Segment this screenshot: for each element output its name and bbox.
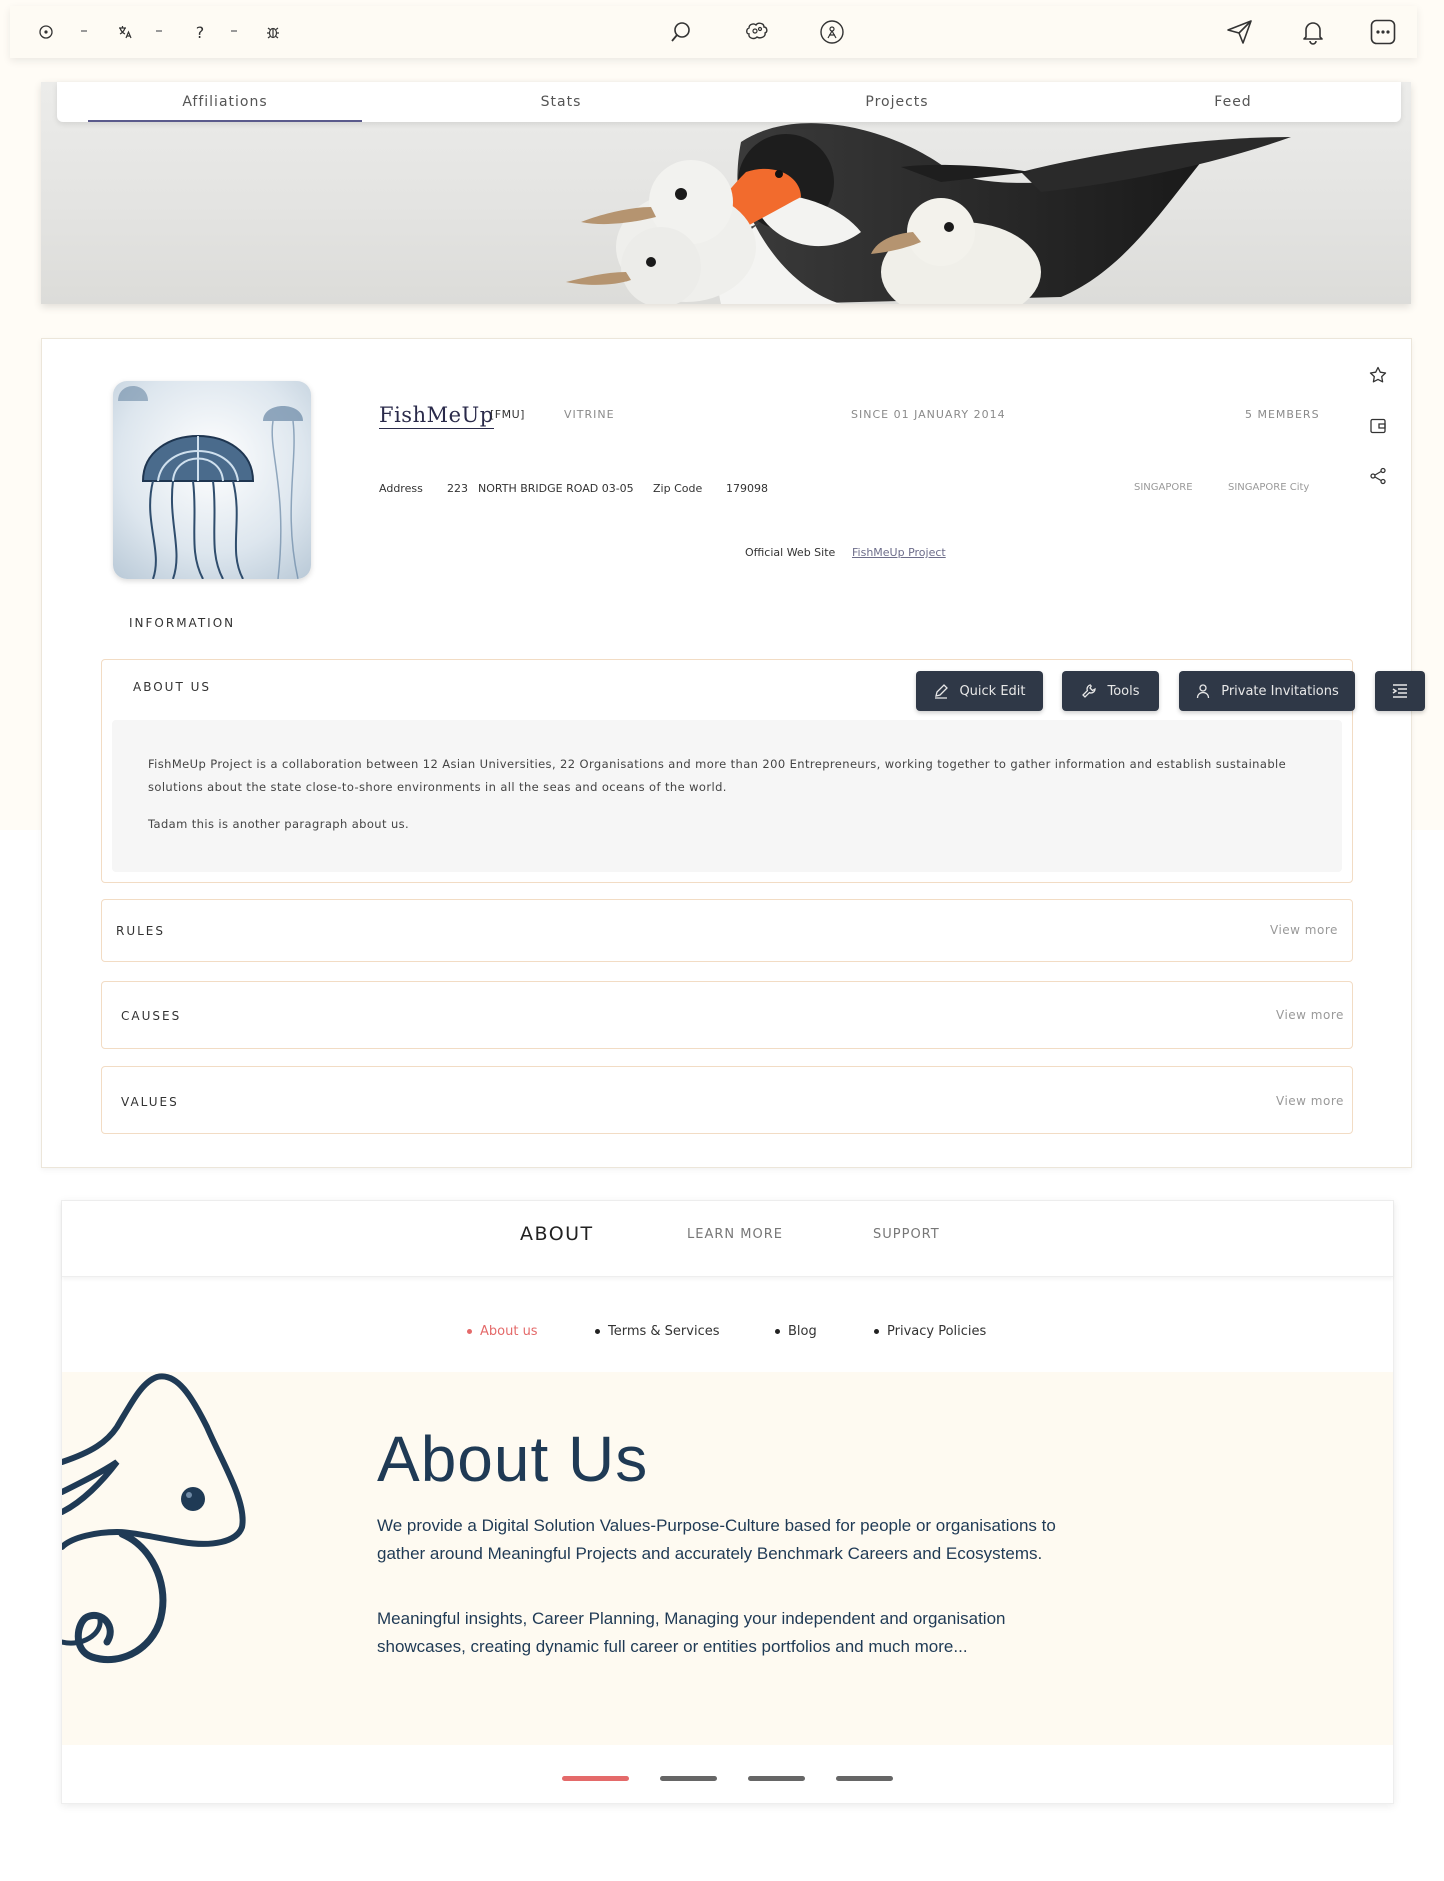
avatar[interactable]	[113, 381, 311, 579]
separator	[156, 30, 162, 32]
star-icon[interactable]	[1366, 363, 1390, 387]
carousel-dot-4[interactable]	[836, 1776, 893, 1781]
bullet	[874, 1329, 879, 1334]
tab-stats[interactable]: Stats	[393, 82, 729, 122]
values-view-more-link[interactable]: View more	[1276, 1094, 1344, 1108]
about-us-paragraph: We provide a Digital Solution Values-Pur…	[377, 1516, 1056, 1563]
indent-list-icon	[1392, 684, 1407, 698]
rules-view-more-link[interactable]: View more	[1270, 923, 1338, 937]
separator	[231, 30, 237, 32]
carousel-dot-1[interactable]	[562, 1776, 629, 1781]
tab-affiliations[interactable]: Affiliations	[57, 82, 393, 122]
footer-link-blog[interactable]: Blog	[775, 1324, 817, 1339]
more-icon[interactable]	[1368, 18, 1398, 46]
footer-link-label: Blog	[788, 1324, 817, 1339]
bug-icon[interactable]	[262, 18, 284, 46]
quick-edit-label: Quick Edit	[959, 683, 1026, 699]
about-us-section: ABOUT US FishMeUp Project is a collabora…	[101, 659, 1353, 883]
information-heading: INFORMATION	[129, 616, 236, 630]
user-icon	[1197, 684, 1210, 699]
about-paragraph: Tadam this is another paragraph about us…	[148, 817, 410, 831]
seahorse-logo-icon	[62, 1373, 246, 1664]
translate-icon[interactable]	[114, 18, 136, 46]
tab-feed[interactable]: Feed	[1065, 82, 1401, 122]
search-icon[interactable]	[667, 18, 695, 46]
footer-link-about-us[interactable]: About us	[467, 1324, 538, 1339]
share-icon[interactable]	[1366, 464, 1390, 488]
carousel-dot-3[interactable]	[748, 1776, 805, 1781]
organization-abbr: [FMU]	[490, 408, 525, 421]
tab-projects[interactable]: Projects	[729, 82, 1065, 122]
compass-icon[interactable]	[817, 18, 847, 46]
about-hero: About Us We provide a Digital Solution V…	[62, 1372, 1393, 1745]
causes-section[interactable]: CAUSES View more	[101, 981, 1353, 1049]
causes-title: CAUSES	[121, 1009, 182, 1023]
wrench-icon	[1082, 684, 1097, 698]
target-icon[interactable]	[36, 18, 56, 46]
rules-title: RULES	[116, 924, 166, 938]
bell-icon[interactable]	[1298, 18, 1328, 46]
footer-tabs: ABOUT LEARN MORE SUPPORT	[62, 1201, 1393, 1277]
wallet-icon[interactable]	[1366, 414, 1390, 438]
address-number: 223	[447, 482, 468, 495]
website-label: Official Web Site	[745, 546, 836, 559]
footer-tab-learn-more[interactable]: LEARN MORE	[687, 1227, 783, 1242]
tools-label: Tools	[1107, 683, 1140, 699]
about-us-paragraph: Meaningful insights, Career Planning, Ma…	[377, 1609, 1006, 1656]
zip-label: Zip Code	[653, 482, 703, 495]
organization-card: FishMeUp [FMU] VITRINE SINCE 01 JANUARY …	[41, 338, 1425, 1168]
organization-type: VITRINE	[564, 408, 615, 421]
footer-link-privacy[interactable]: Privacy Policies	[874, 1324, 986, 1339]
brain-icon[interactable]	[742, 18, 772, 46]
members-count[interactable]: 5 MEMBERS	[1245, 408, 1320, 421]
menu-toggle-button[interactable]	[1375, 671, 1425, 711]
address-label: Address	[379, 482, 423, 495]
zip-code: 179098	[726, 482, 768, 495]
rules-section[interactable]: RULES View more	[101, 899, 1353, 962]
country: SINGAPORE	[1134, 482, 1193, 493]
pencil-icon	[935, 684, 949, 699]
about-us-title: ABOUT US	[133, 680, 212, 694]
footer-tab-about[interactable]: ABOUT	[520, 1223, 594, 1245]
footer-link-label: About us	[480, 1324, 538, 1339]
tools-button[interactable]: Tools	[1062, 671, 1159, 711]
help-icon[interactable]: ?	[190, 18, 210, 46]
bullet	[595, 1329, 600, 1334]
address-street: NORTH BRIDGE ROAD 03-05	[478, 482, 634, 495]
about-footer: ABOUT LEARN MORE SUPPORT About us Terms …	[61, 1200, 1394, 1804]
private-invitations-button[interactable]: Private Invitations	[1179, 671, 1355, 711]
since-date: SINCE 01 JANUARY 2014	[851, 408, 1006, 421]
profile-tabs: Affiliations Stats Projects Feed	[57, 82, 1401, 122]
website-link[interactable]: FishMeUp Project	[852, 546, 946, 559]
top-toolbar: ?	[10, 6, 1417, 58]
send-icon[interactable]	[1225, 18, 1255, 46]
footer-link-terms[interactable]: Terms & Services	[595, 1324, 720, 1339]
values-title: VALUES	[121, 1095, 179, 1109]
bullet	[467, 1329, 472, 1334]
organization-name[interactable]: FishMeUp	[379, 403, 494, 429]
separator	[81, 30, 87, 32]
about-paragraph: FishMeUp Project is a collaboration betw…	[148, 757, 1287, 794]
quick-edit-button[interactable]: Quick Edit	[916, 671, 1043, 711]
about-us-heading: About Us	[377, 1423, 649, 1495]
bullet	[775, 1329, 780, 1334]
values-section[interactable]: VALUES View more	[101, 1066, 1353, 1134]
about-us-body: FishMeUp Project is a collaboration betw…	[112, 720, 1342, 872]
jellyfish-image	[118, 386, 303, 579]
causes-view-more-link[interactable]: View more	[1276, 1008, 1344, 1022]
carousel-dot-2[interactable]	[660, 1776, 717, 1781]
footer-link-label: Terms & Services	[608, 1324, 720, 1339]
private-invitations-label: Private Invitations	[1221, 683, 1339, 699]
city: SINGAPORE City	[1228, 482, 1310, 493]
footer-link-label: Privacy Policies	[887, 1324, 987, 1339]
footer-tab-support[interactable]: SUPPORT	[873, 1227, 940, 1242]
